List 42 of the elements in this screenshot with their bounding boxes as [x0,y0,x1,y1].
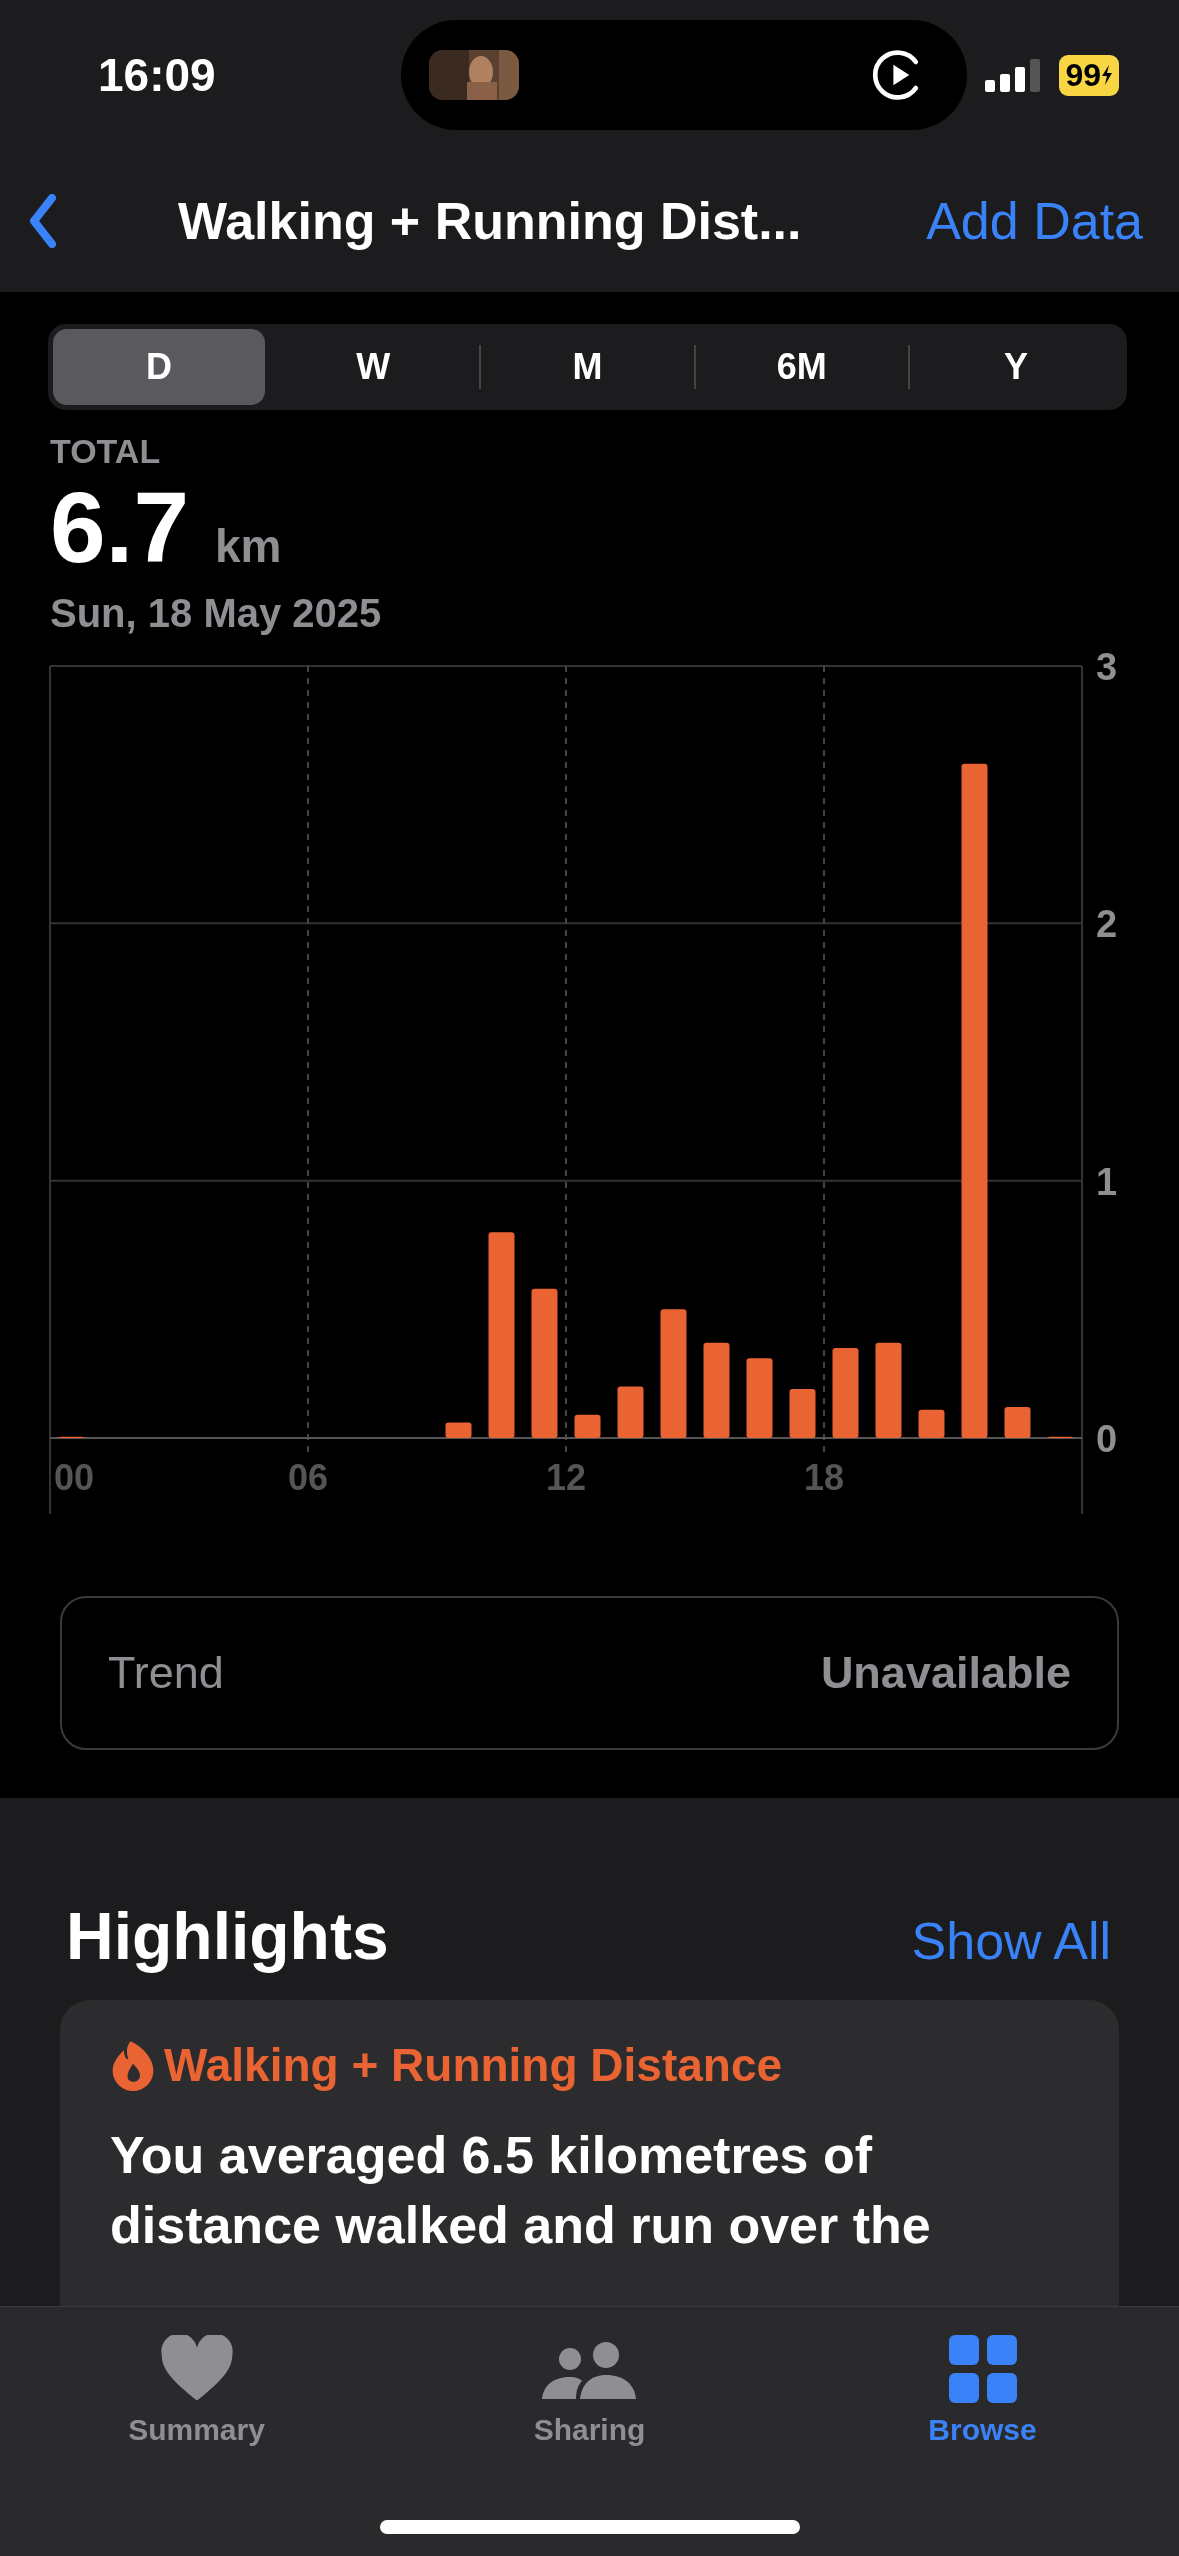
range-tab[interactable]: W [267,329,480,405]
trend-card[interactable]: Trend Unavailable [60,1596,1119,1750]
bar [789,1389,816,1438]
tab-bar-item[interactable]: Sharing [439,2335,740,2475]
axis-label: 06 [288,1457,328,1498]
section-title: Highlights [66,1898,389,1974]
bar [574,1414,601,1438]
total-value: 6.7 [50,477,189,577]
grid-icon [948,2335,1017,2403]
bar [1004,1407,1031,1438]
total-label: TOTAL [50,432,162,471]
date-label: Sun, 18 May 2025 [50,591,383,636]
range-tab[interactable]: D [53,329,266,405]
unit-label: km [215,519,282,573]
highlight-title: Walking + Running Distance [164,2038,783,2092]
tab-bar-item[interactable]: Browse [832,2335,1133,2475]
axis-label: 00 [54,1457,94,1498]
highlight-card[interactable]: Walking + Running Distance You averaged 6.5 kilometres of distance walked and run over the [60,2000,1119,2306]
trend-label: Trend [108,1647,224,1699]
trend-value: Unavailable [820,1647,1071,1699]
signal-icon [985,58,1042,92]
axis-label: 0 [1096,1418,1118,1460]
page-title: Walking + Running Dist... [178,191,802,251]
range-tab[interactable]: Y [909,329,1122,405]
battery-indicator: 99 [1059,54,1119,96]
axis-label: 12 [546,1457,586,1498]
bar [617,1386,644,1438]
range-tab[interactable]: 6M [695,329,908,405]
axis-label: 3 [1096,646,1118,688]
bar [918,1409,945,1438]
range-tab[interactable]: M [481,329,694,405]
axis-label: 2 [1096,903,1118,946]
tab-bar-item[interactable]: Summary [46,2335,347,2475]
heart-icon [158,2335,235,2403]
add-data-button[interactable]: Add Data [926,191,1143,251]
axis-label: 1 [1096,1160,1118,1203]
show-all-link[interactable]: Show All [911,1911,1111,1971]
flame-icon [110,2039,156,2091]
bar [445,1422,472,1438]
status-time: 16:09 [98,48,217,102]
highlight-text: You averaged 6.5 kilometres of distance walked and run over the [110,2125,932,2257]
axis-label: 18 [804,1457,844,1498]
